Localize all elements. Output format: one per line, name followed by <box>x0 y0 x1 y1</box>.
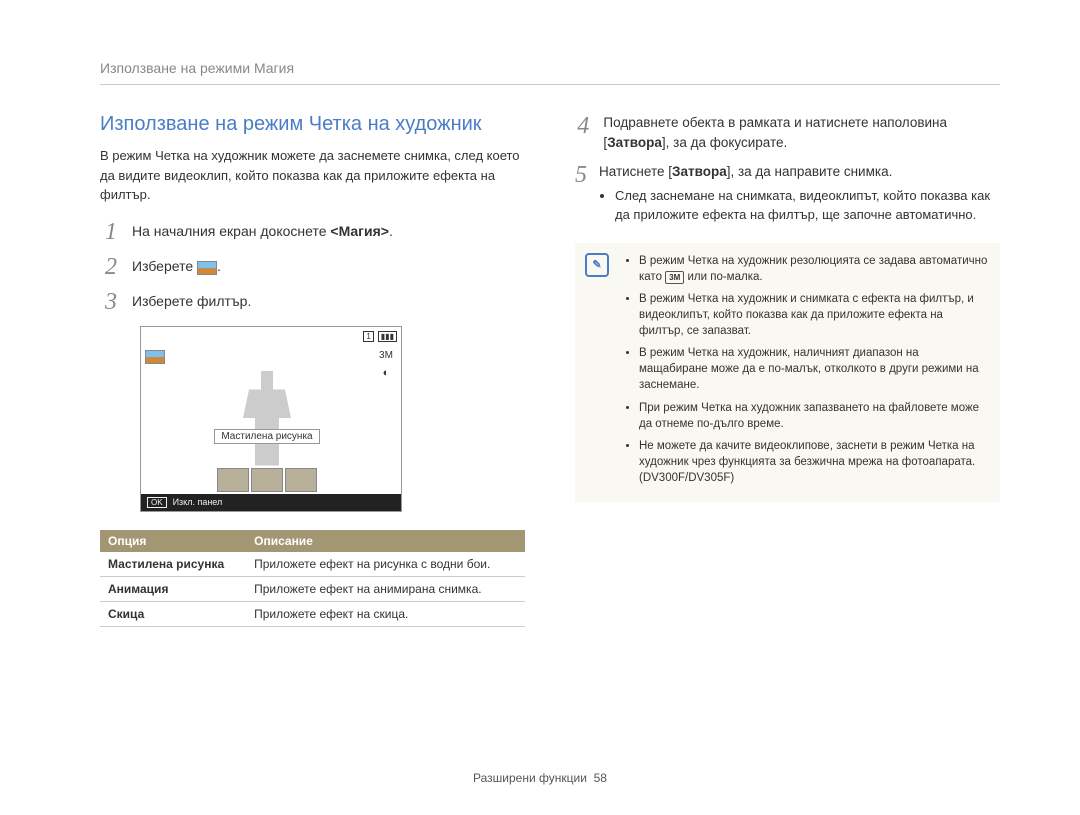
step-2: 2 Изберете . <box>100 254 525 281</box>
camera-lcd-screenshot: 1 ▮▮▮ Мастилена рисунка <box>140 326 402 512</box>
step-number-5: 5 <box>575 162 587 235</box>
step-5-a: Натиснете [ <box>599 164 672 179</box>
table-row: Скица Приложете ефект на скица. <box>100 601 525 626</box>
opt-name: Мастилена рисунка <box>100 552 246 577</box>
lcd-footer-text: Изкл. панел <box>173 497 223 507</box>
note-item: В режим Четка на художник, наличният диа… <box>639 345 988 393</box>
step-1-text-c: . <box>389 223 393 239</box>
content-columns: Използване на режим Четка на художник В … <box>100 113 1000 627</box>
step-1: 1 На началния екран докоснете <Магия>. <box>100 219 525 246</box>
step-1-text-a: На началния екран докоснете <box>132 223 330 239</box>
step-number-3: 3 <box>100 289 122 316</box>
battery-icon: ▮▮▮ <box>378 331 397 342</box>
th-option: Опция <box>100 530 246 552</box>
step-number-4: 4 <box>575 113 591 154</box>
note-item: При режим Четка на художник запазването … <box>639 400 988 432</box>
silhouette-icon <box>237 371 297 466</box>
lcd-footer: OK Изкл. панел <box>141 494 401 511</box>
opt-desc: Приложете ефект на анимирана снимка. <box>246 576 525 601</box>
lcd-status-bar: 1 ▮▮▮ <box>141 327 401 346</box>
filter-label: Мастилена рисунка <box>214 429 319 444</box>
note-box: ✎ В режим Четка на художник резолюцията … <box>575 243 1000 502</box>
thumb-1 <box>217 468 249 492</box>
step-number-2: 2 <box>100 254 122 281</box>
step-5-bullet: След заснемане на снимката, видеоклипът,… <box>615 186 1000 225</box>
thumb-3 <box>285 468 317 492</box>
opt-desc: Приложете ефект на рисунка с водни бои. <box>246 552 525 577</box>
step-1-text-b: <Магия> <box>330 223 389 239</box>
filter-thumbnails <box>163 466 371 494</box>
page-header: Използване на режими Магия <box>100 60 1000 85</box>
note-item: В режим Четка на художник и снимката с е… <box>639 291 988 339</box>
opt-name: Анимация <box>100 576 246 601</box>
thumb-2 <box>251 468 283 492</box>
note-item: Не можете да качите видеоклипове, заснет… <box>639 438 988 486</box>
step-4-c: ], за да фокусирате. <box>662 135 787 150</box>
step-4: 4 Подравнете обекта в рамката и натиснет… <box>575 113 1000 154</box>
note-item: В режим Четка на художник резолюцията се… <box>639 253 988 285</box>
note-icon: ✎ <box>585 253 609 277</box>
mode-icon <box>145 350 165 364</box>
opt-desc: Приложете ефект на скица. <box>246 601 525 626</box>
resolution-badge: 3M <box>665 271 684 284</box>
footer-section: Разширени функции <box>473 771 587 785</box>
count-badge: 1 <box>363 331 373 342</box>
table-row: Мастилена рисунка Приложете ефект на рис… <box>100 552 525 577</box>
ok-icon: OK <box>147 497 167 508</box>
section-title: Използване на режим Четка на художник <box>100 113 525 136</box>
step-5: 5 Натиснете [Затвора], за да направите с… <box>575 162 1000 235</box>
palette-icon <box>197 261 217 275</box>
page-footer: Разширени функции 58 <box>0 771 1080 785</box>
step-2-text: Изберете . <box>132 257 221 277</box>
options-table: Опция Описание Мастилена рисунка Приложе… <box>100 530 525 627</box>
opt-name: Скица <box>100 601 246 626</box>
step-3-text: Изберете филтър. <box>132 292 251 312</box>
step-5-text: Натиснете [Затвора], за да направите сни… <box>599 162 1000 235</box>
step-5-c: ], за да направите снимка. <box>727 164 893 179</box>
step-2-text-a: Изберете <box>132 258 197 274</box>
resolution-icon: 3M <box>379 350 393 361</box>
page-number: 58 <box>594 771 607 785</box>
left-column: Използване на режим Четка на художник В … <box>100 113 525 627</box>
step-5-b: Затвора <box>672 164 727 179</box>
lcd-preview: Мастилена рисунка <box>163 346 371 466</box>
step-4-b: Затвора <box>607 135 662 150</box>
step-4-text: Подравнете обекта в рамката и натиснете … <box>603 113 1000 154</box>
step-5-sub: След заснемане на снимката, видеоклипът,… <box>599 186 1000 225</box>
step-1-text: На началния екран докоснете <Магия>. <box>132 222 393 242</box>
step-3: 3 Изберете филтър. <box>100 289 525 316</box>
table-row: Анимация Приложете ефект на анимирана сн… <box>100 576 525 601</box>
step-number-1: 1 <box>100 219 122 246</box>
th-desc: Описание <box>246 530 525 552</box>
intro-text: В режим Четка на художник можете да засн… <box>100 146 525 205</box>
note-1-b: или по-малка. <box>684 271 762 283</box>
timer-icon: ◐ <box>383 367 390 379</box>
step-2-text-b: . <box>217 258 221 274</box>
right-column: 4 Подравнете обекта в рамката и натиснет… <box>575 113 1000 627</box>
